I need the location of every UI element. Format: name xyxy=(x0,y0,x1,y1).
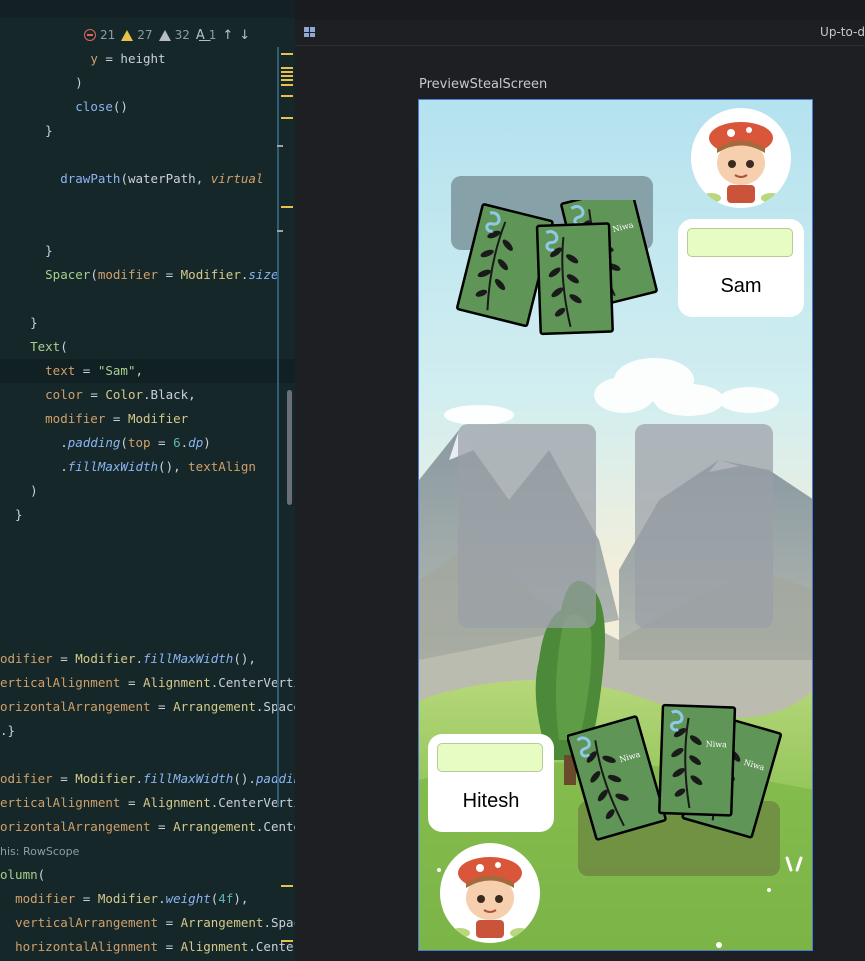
warning-stripe[interactable] xyxy=(281,885,293,887)
preview-toolbar: Up-to-d xyxy=(295,20,865,46)
warning-icon xyxy=(121,29,134,41)
code-line: ) xyxy=(0,75,83,90)
play-slot-left[interactable] xyxy=(458,424,596,628)
next-highlight-arrow-down-icon[interactable]: ↓ xyxy=(239,28,250,43)
warning-stripe[interactable] xyxy=(281,75,293,77)
opponent-health-bar xyxy=(687,228,793,257)
spellcheck-icon: A͟ xyxy=(195,27,205,43)
code-line: erticalAlignment = Alignment.CenterVerti… xyxy=(0,795,295,810)
code-editor[interactable]: 21 27 32 A͟ 1 ↑ ↓ y = height ) close() }… xyxy=(0,0,295,961)
code-line: close() xyxy=(75,99,128,114)
warning-stripe[interactable] xyxy=(281,71,293,73)
code-line: .} xyxy=(0,723,16,738)
preview-header-strip xyxy=(295,0,865,20)
error-icon xyxy=(84,29,96,41)
weak-warning-icon xyxy=(158,29,171,41)
warning-stripe[interactable] xyxy=(281,53,293,55)
code-line: orizontalArrangement = Arrangement.Cente… xyxy=(0,819,295,834)
code-line: odifier = Modifier.fillMaxWidth().paddin… xyxy=(0,771,295,786)
info-stripe[interactable] xyxy=(277,145,283,147)
code-line: horizontalAlignment = Alignment.CenterH xyxy=(15,939,295,954)
code-line: } xyxy=(0,507,23,522)
code-line: modifier = Modifier xyxy=(45,411,189,426)
preview-status: Up-to-d xyxy=(820,25,865,39)
code-line: } xyxy=(0,243,53,258)
code-line: } xyxy=(0,315,38,330)
errors-count[interactable]: 21 xyxy=(84,28,115,42)
code-line-hint: his: RowScope xyxy=(0,845,80,858)
compose-preview-pane[interactable]: Up-to-d PreviewStealScreen Sam Niwa Hite… xyxy=(295,0,865,961)
player-name: Hitesh xyxy=(462,790,520,812)
preview-device-frame[interactable]: Sam Niwa Hitesh Niwa Niwa Niwa xyxy=(418,99,813,951)
play-slot-right[interactable] xyxy=(635,424,773,628)
code-line: .padding(top = 6.dp) xyxy=(0,435,211,450)
player-health-bar xyxy=(437,743,543,772)
warnings-count[interactable]: 27 xyxy=(121,28,153,42)
player-avatar[interactable] xyxy=(440,843,540,943)
code-line: Spacer(modifier = Modifier.size xyxy=(45,267,279,282)
opponent-avatar[interactable] xyxy=(691,108,791,208)
code-line: .fillMaxWidth(), textAlign xyxy=(0,459,256,474)
warning-stripe[interactable] xyxy=(281,206,293,208)
code-line: orizontalArrangement = Arrangement.Space… xyxy=(0,699,295,714)
farmer-boy-avatar-icon xyxy=(701,122,781,203)
info-stripe[interactable] xyxy=(277,230,283,232)
code-line: drawPath(waterPath, virtual xyxy=(60,171,264,186)
editor-gutter-line xyxy=(277,47,279,807)
warning-stripe[interactable] xyxy=(281,940,293,942)
code-line: Text( xyxy=(30,339,68,354)
warning-stripe[interactable] xyxy=(281,117,293,119)
warning-stripe[interactable] xyxy=(281,95,293,97)
warning-stripe[interactable] xyxy=(281,79,293,81)
code-line: verticalArrangement = Arrangement.Space xyxy=(15,915,295,930)
player-hand[interactable]: Niwa Niwa Niwa xyxy=(567,700,792,845)
code-line-current: text = "Sam", xyxy=(0,359,295,383)
farmer-boy-avatar-icon xyxy=(450,857,530,938)
inspection-widget[interactable]: 21 27 32 A͟ 1 ↑ ↓ xyxy=(84,26,250,44)
player-info-card: Hitesh xyxy=(428,734,554,832)
code-line: } xyxy=(0,123,53,138)
code-line: olumn( xyxy=(0,867,46,882)
preview-name-label[interactable]: PreviewStealScreen xyxy=(419,77,547,92)
warning-stripe[interactable] xyxy=(281,84,293,86)
opponent-name: Sam xyxy=(720,275,762,297)
typos-count[interactable]: A͟ 1 xyxy=(196,28,217,43)
code-line: color = Color.Black, xyxy=(45,387,196,402)
code-line: y = height xyxy=(90,51,166,66)
card-label: Niwa xyxy=(706,740,728,750)
code-line: odifier = Modifier.fillMaxWidth(), xyxy=(0,651,256,666)
opponent-hand[interactable]: Niwa xyxy=(443,200,663,345)
weak-warnings-count[interactable]: 32 xyxy=(158,28,190,42)
editor-tab-strip xyxy=(0,0,295,18)
code-line: ) xyxy=(0,483,38,498)
previous-highlight-arrow-up-icon[interactable]: ↑ xyxy=(222,28,233,43)
warning-stripe[interactable] xyxy=(281,67,293,69)
opponent-info-card: Sam xyxy=(678,219,804,317)
editor-scrollbar[interactable] xyxy=(287,390,292,505)
code-line: modifier = Modifier.weight(4f), xyxy=(15,891,249,906)
layout-mode-icon[interactable] xyxy=(304,27,316,38)
code-line: erticalAlignment = Alignment.CenterVerti… xyxy=(0,675,295,690)
